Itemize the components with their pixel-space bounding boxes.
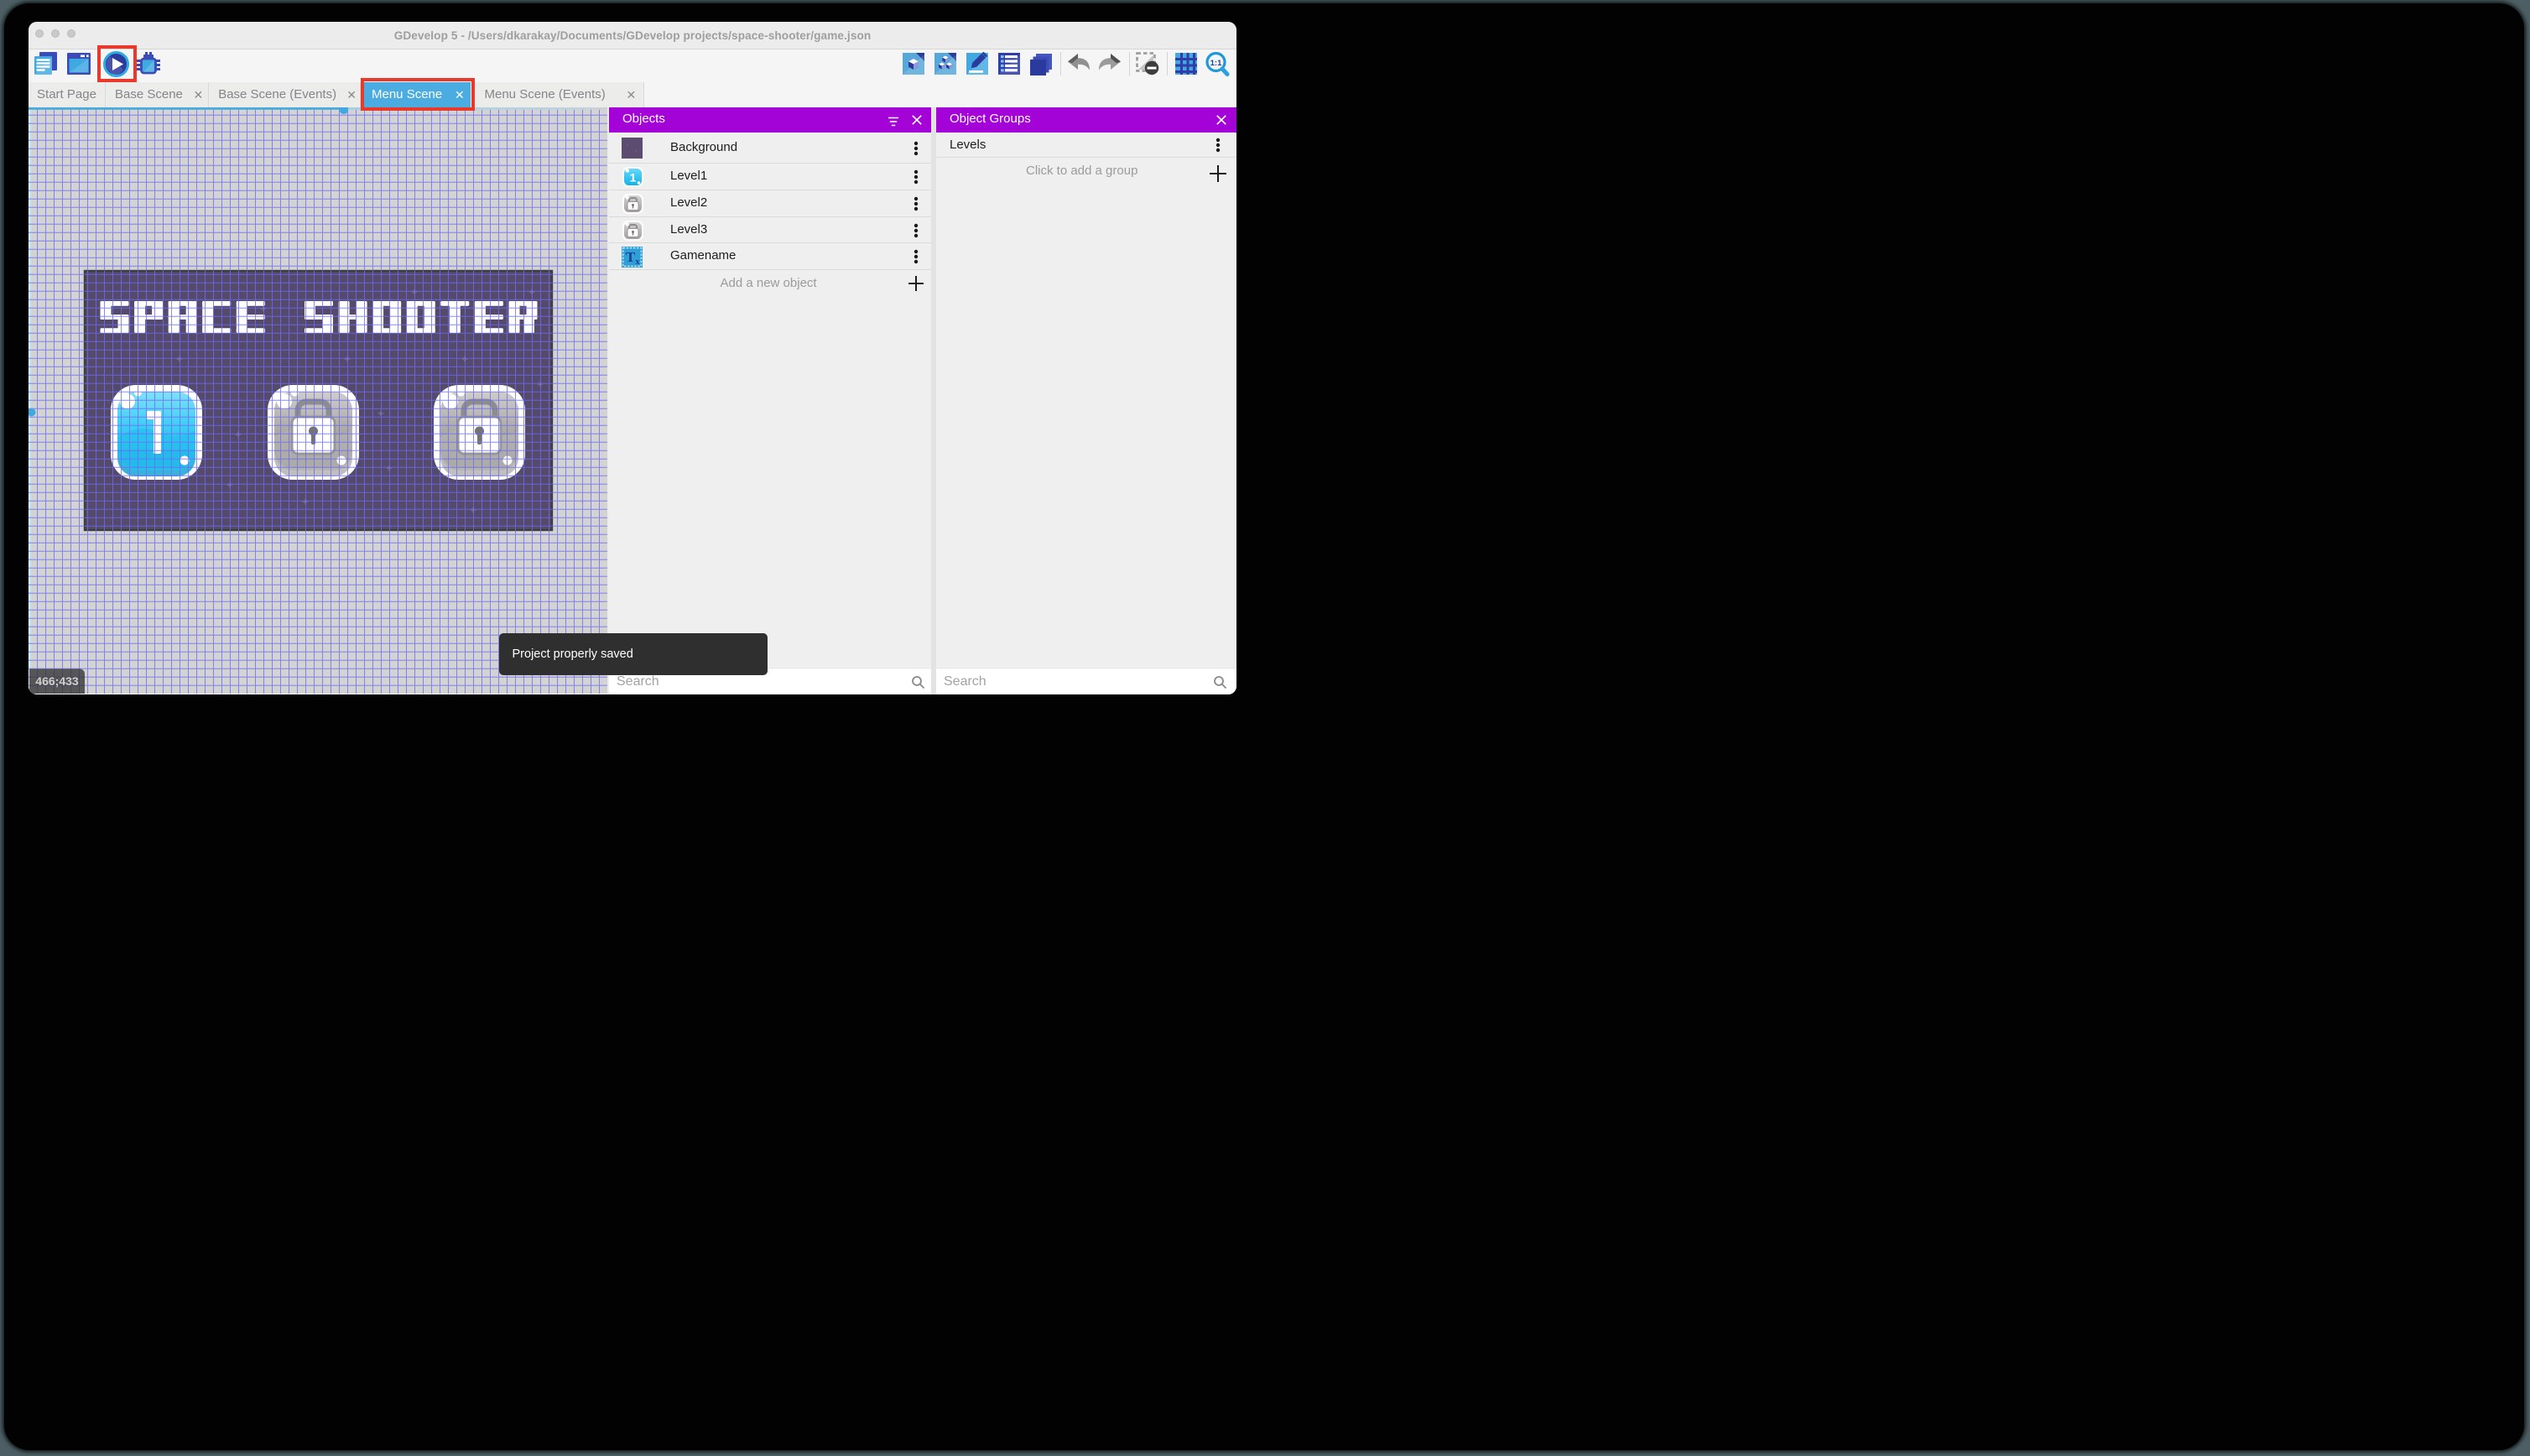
- svg-text:466;433: 466;433: [35, 674, 79, 688]
- svg-text:T: T: [626, 249, 636, 265]
- svg-text:x: x: [636, 257, 640, 267]
- svg-text:1: 1: [630, 171, 637, 185]
- svg-text:1:1: 1:1: [1210, 59, 1222, 68]
